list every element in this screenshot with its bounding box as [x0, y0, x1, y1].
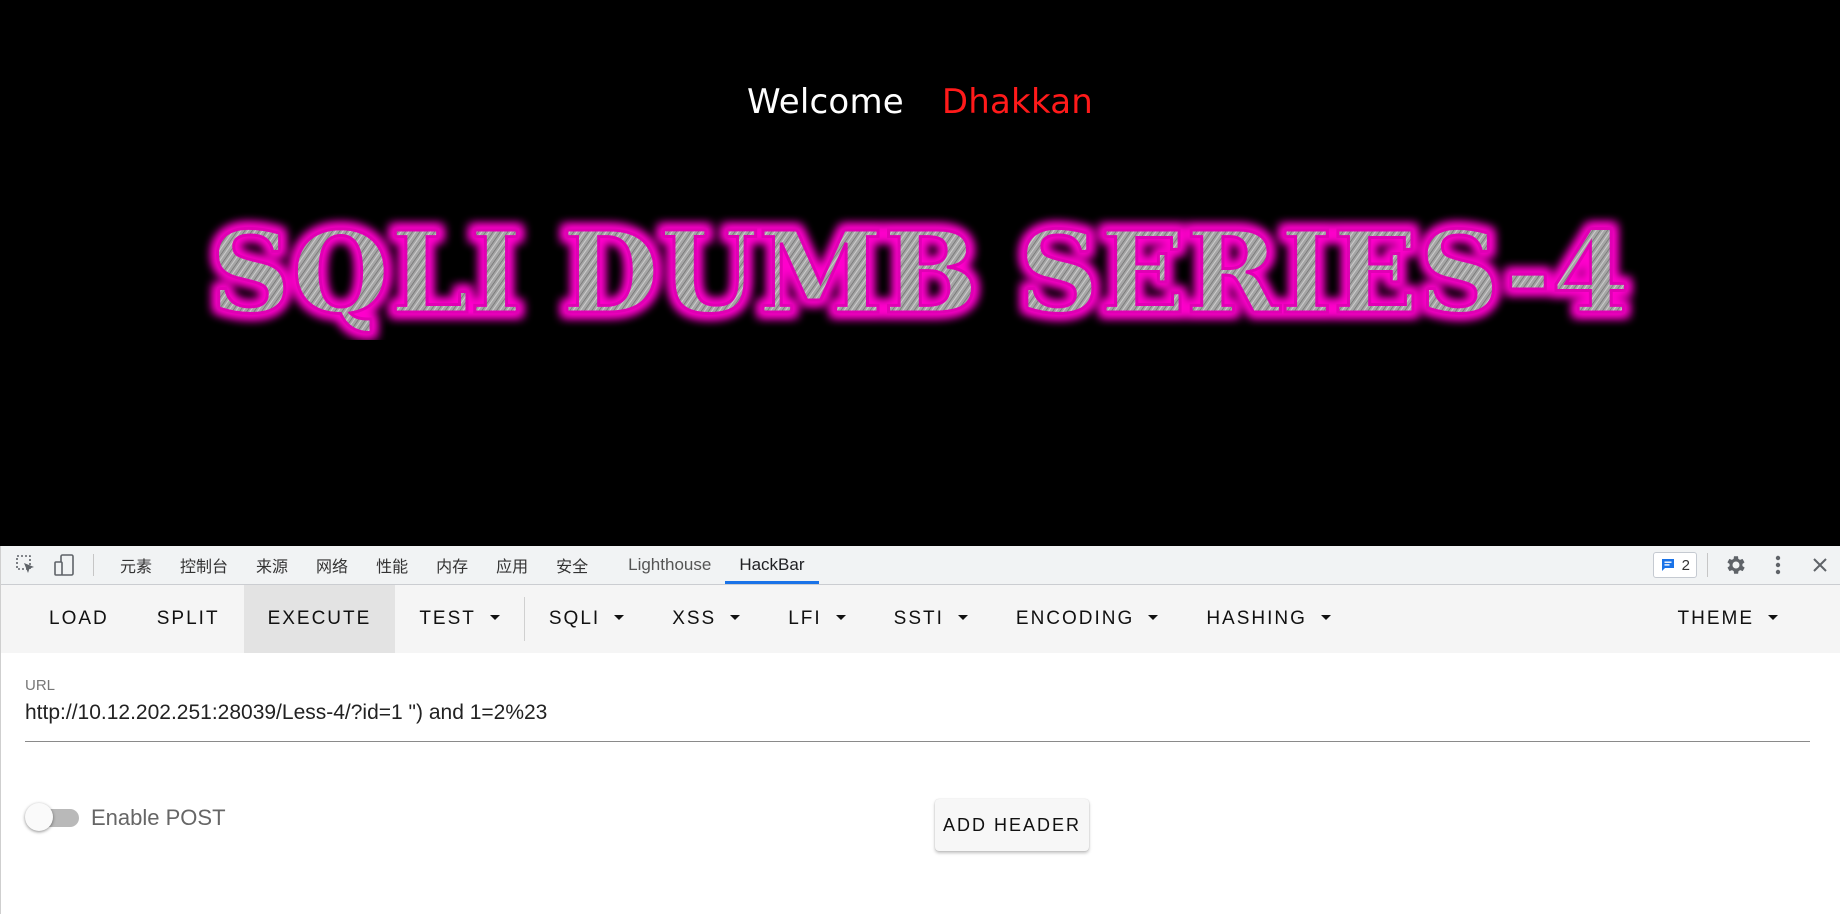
controls-separator — [1707, 553, 1708, 577]
ssti-menu-button[interactable]: SSTI — [870, 585, 992, 653]
chevron-down-icon — [1768, 614, 1778, 620]
xss-menu-button[interactable]: XSS — [648, 585, 764, 653]
url-underline — [25, 741, 1810, 742]
title-banner: SQLI DUMB SERIES-4 SQLI DUMB SERIES-4 — [200, 200, 1640, 340]
banner-title: SQLI DUMB SERIES-4 — [210, 208, 1630, 339]
url-label: URL — [25, 677, 56, 694]
cursor-select-icon[interactable] — [13, 552, 39, 578]
encoding-menu-button[interactable]: ENCODING — [992, 585, 1182, 653]
chevron-down-icon — [957, 614, 968, 620]
lfi-menu-button[interactable]: LFI — [764, 585, 869, 653]
tab-performance[interactable]: 性能 — [362, 546, 422, 584]
test-label: TEST — [419, 608, 476, 629]
message-icon — [1661, 559, 1674, 571]
web-page: Welcome Dhakkan SQLI DUMB SERIES-4 SQLI D… — [0, 0, 1840, 546]
tabbar-separator — [93, 554, 94, 576]
tab-hackbar[interactable]: HackBar — [725, 546, 819, 584]
chevron-down-icon — [1320, 614, 1331, 620]
devtools-right-controls: 2 — [1652, 546, 1840, 584]
sqli-menu-button[interactable]: SQLI — [525, 585, 648, 653]
tab-console[interactable]: 控制台 — [166, 546, 242, 584]
split-button[interactable]: SPLIT — [133, 585, 244, 653]
tab-sources[interactable]: 来源 — [242, 546, 302, 584]
chevron-down-icon — [835, 614, 846, 620]
url-input[interactable]: http://10.12.202.251:28039/Less-4/?id=1 … — [25, 701, 547, 725]
welcome-line: Welcome Dhakkan — [0, 82, 1840, 122]
hashing-menu-button[interactable]: HASHING — [1182, 585, 1355, 653]
toggle-knob — [25, 803, 53, 831]
add-header-button[interactable]: ADD HEADER — [935, 799, 1089, 851]
tab-memory[interactable]: 内存 — [422, 546, 482, 584]
tab-network[interactable]: 网络 — [302, 546, 362, 584]
test-menu-button[interactable]: TEST — [395, 585, 524, 653]
issues-count: 2 — [1681, 556, 1690, 574]
url-field[interactable]: URL http://10.12.202.251:28039/Less-4/?i… — [25, 653, 1810, 743]
hackbar-toolbar: LOAD SPLIT EXECUTE TEST SQLI XSS LFI SST… — [1, 585, 1840, 653]
username-text: Dhakkan — [941, 82, 1094, 122]
kebab-menu-icon[interactable] — [1764, 551, 1792, 579]
welcome-text: Welcome — [746, 82, 904, 122]
chevron-down-icon — [614, 614, 625, 620]
lfi-label: LFI — [788, 608, 822, 629]
sqli-label: SQLI — [548, 608, 601, 629]
gear-icon[interactable] — [1722, 551, 1750, 579]
enable-post-toggle[interactable] — [25, 801, 79, 831]
ssti-label: SSTI — [893, 608, 944, 629]
theme-label: THEME — [1677, 608, 1754, 629]
encoding-label: ENCODING — [1015, 608, 1135, 629]
theme-menu-button[interactable]: THEME — [1654, 585, 1803, 653]
execute-button[interactable]: EXECUTE — [243, 585, 396, 653]
chevron-down-icon — [1148, 614, 1159, 620]
chevron-down-icon — [730, 614, 741, 620]
hashing-label: HASHING — [1206, 608, 1307, 629]
load-button[interactable]: LOAD — [1, 585, 133, 653]
tab-elements[interactable]: 元素 — [106, 546, 166, 584]
issues-badge[interactable]: 2 — [1652, 552, 1697, 578]
device-toggle-icon[interactable] — [51, 552, 77, 578]
tab-application[interactable]: 应用 — [482, 546, 542, 584]
devtools-tabbar: 元素 控制台 来源 网络 性能 内存 应用 安全 Lighthouse Hack… — [1, 546, 1840, 585]
xss-label: XSS — [672, 608, 717, 629]
chevron-down-icon — [489, 614, 500, 620]
enable-post-label: Enable POST — [91, 805, 226, 830]
tab-lighthouse[interactable]: Lighthouse — [614, 546, 725, 584]
tab-security[interactable]: 安全 — [542, 546, 602, 584]
close-icon[interactable] — [1806, 551, 1834, 579]
options-row: Enable POST ADD HEADER — [1, 743, 1840, 893]
devtools-panel: 元素 控制台 来源 网络 性能 内存 应用 安全 Lighthouse Hack… — [0, 546, 1840, 914]
